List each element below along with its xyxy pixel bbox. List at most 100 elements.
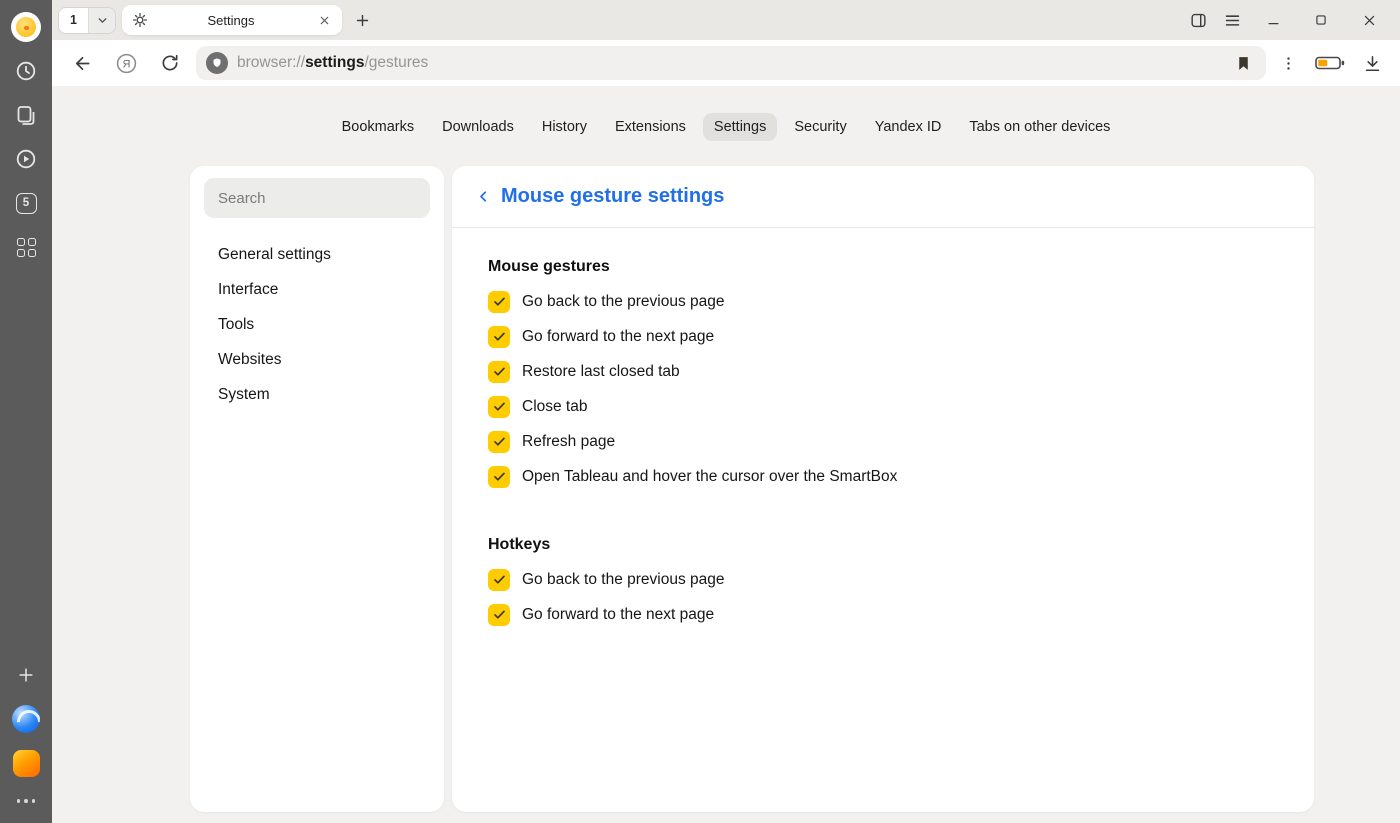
- sidebar-item-websites[interactable]: Websites: [204, 342, 430, 377]
- option-row-close-tab[interactable]: Close tab: [488, 389, 1278, 424]
- minimize-button[interactable]: [1252, 5, 1294, 35]
- address-more-button[interactable]: [1274, 49, 1302, 77]
- nav-item-downloads[interactable]: Downloads: [431, 113, 525, 141]
- new-tab-button[interactable]: [348, 6, 376, 34]
- tabs-list-button[interactable]: 5: [7, 184, 45, 222]
- option-label: Close tab: [522, 398, 587, 416]
- yandex-app-icon: [13, 750, 40, 777]
- yandex-app-button[interactable]: [7, 744, 45, 782]
- option-row-go-forward-to-the-next-page[interactable]: Go forward to the next page: [488, 319, 1278, 354]
- browser-window: 5 1 Settings: [0, 0, 1400, 823]
- kebab-menu-icon: [1280, 55, 1297, 72]
- gear-icon: [132, 12, 148, 28]
- hamburger-menu-icon: [1223, 11, 1242, 30]
- site-security-badge-icon: [206, 52, 228, 74]
- checkbox[interactable]: [488, 396, 510, 418]
- tab-close-button[interactable]: [314, 10, 334, 30]
- option-label: Go forward to the next page: [522, 328, 714, 346]
- back-button[interactable]: [64, 45, 100, 81]
- back-arrow-icon: [72, 53, 93, 74]
- sidebar-item-tools[interactable]: Tools: [204, 307, 430, 342]
- browser-menu-button[interactable]: [1218, 6, 1246, 34]
- nav-item-yandex-id[interactable]: Yandex ID: [864, 113, 953, 141]
- active-tab[interactable]: Settings: [122, 5, 342, 35]
- option-row-go-back-to-the-previous-page[interactable]: Go back to the previous page: [488, 284, 1278, 319]
- maximize-icon: [1314, 13, 1328, 27]
- minimize-icon: [1266, 13, 1281, 28]
- section-hotkeys: HotkeysGo back to the previous pageGo fo…: [488, 536, 1278, 632]
- history-button[interactable]: [7, 52, 45, 90]
- nav-item-bookmarks[interactable]: Bookmarks: [331, 113, 426, 141]
- sidebar-item-general-settings[interactable]: General settings: [204, 237, 430, 272]
- nav-item-settings[interactable]: Settings: [703, 113, 777, 141]
- nav-item-history[interactable]: History: [531, 113, 598, 141]
- checkbox[interactable]: [488, 466, 510, 488]
- checkbox[interactable]: [488, 569, 510, 591]
- nav-item-tabs-on-other-devices[interactable]: Tabs on other devices: [958, 113, 1121, 141]
- nav-item-security[interactable]: Security: [783, 113, 857, 141]
- side-panel-icon: [1189, 11, 1208, 30]
- checkmark-icon: [492, 329, 507, 344]
- download-icon: [1363, 54, 1382, 73]
- play-circle-icon: [14, 147, 38, 171]
- avatar: [11, 12, 41, 42]
- page-back-button[interactable]: [472, 186, 494, 208]
- tab-group-counter[interactable]: 1: [59, 8, 89, 33]
- video-button[interactable]: [7, 140, 45, 178]
- option-row-restore-last-closed-tab[interactable]: Restore last closed tab: [488, 354, 1278, 389]
- page-header: Mouse gesture settings: [452, 166, 1314, 228]
- plus-icon: [16, 665, 36, 685]
- settings-content: BookmarksDownloadsHistoryExtensionsSetti…: [52, 86, 1400, 823]
- option-row-refresh-page[interactable]: Refresh page: [488, 424, 1278, 459]
- checkmark-icon: [492, 572, 507, 587]
- chevron-left-icon: [475, 188, 492, 205]
- profile-avatar-button[interactable]: [7, 8, 45, 46]
- battery-button[interactable]: [1310, 49, 1350, 77]
- close-icon: [318, 14, 331, 27]
- url-text: browser://settings/gestures: [237, 54, 428, 72]
- settings-nav: BookmarksDownloadsHistoryExtensionsSetti…: [52, 113, 1400, 141]
- browser-logo-icon: [12, 705, 40, 733]
- checkmark-icon: [492, 294, 507, 309]
- sidebar-item-interface[interactable]: Interface: [204, 272, 430, 307]
- bookmark-button[interactable]: [1230, 50, 1256, 76]
- option-row-open-tableau-and-hover-the-cursor-over-the-smartbox[interactable]: Open Tableau and hover the cursor over t…: [488, 459, 1278, 494]
- apps-grid-icon: [17, 238, 36, 257]
- main-column: 1 Settings: [52, 0, 1400, 823]
- checkbox[interactable]: [488, 291, 510, 313]
- nav-item-extensions[interactable]: Extensions: [604, 113, 697, 141]
- browser-logo-button[interactable]: [7, 700, 45, 738]
- rail-add-button[interactable]: [7, 656, 45, 694]
- checkmark-icon: [492, 399, 507, 414]
- option-label: Open Tableau and hover the cursor over t…: [522, 468, 897, 486]
- refresh-button[interactable]: [152, 45, 188, 81]
- sidebar-item-system[interactable]: System: [204, 377, 430, 412]
- section-heading: Mouse gestures: [488, 258, 1278, 276]
- option-row-go-forward-to-the-next-page[interactable]: Go forward to the next page: [488, 597, 1278, 632]
- apps-button[interactable]: [7, 228, 45, 266]
- checkmark-icon: [492, 607, 507, 622]
- checkbox[interactable]: [488, 431, 510, 453]
- downloads-button[interactable]: [1358, 49, 1386, 77]
- yandex-home-button[interactable]: Я: [108, 45, 144, 81]
- plus-icon: [354, 12, 371, 29]
- url-highlight: settings: [305, 54, 364, 71]
- checkmark-icon: [492, 469, 507, 484]
- tab-group: 1: [58, 7, 116, 34]
- checkbox[interactable]: [488, 326, 510, 348]
- side-panel-button[interactable]: [1184, 6, 1212, 34]
- maximize-button[interactable]: [1300, 5, 1342, 35]
- close-window-button[interactable]: [1348, 5, 1390, 35]
- side-rail: 5: [0, 0, 52, 823]
- checkbox[interactable]: [488, 361, 510, 383]
- history-clock-icon: [14, 59, 38, 83]
- collections-button[interactable]: [7, 96, 45, 134]
- section-mouse-gestures: Mouse gestures Go back to the previous pa…: [488, 258, 1278, 494]
- gesture-settings-card: Mouse gesture settings Mouse gestures Go …: [452, 166, 1314, 812]
- search-input[interactable]: [204, 178, 430, 218]
- option-row-go-back-to-the-previous-page[interactable]: Go back to the previous page: [488, 562, 1278, 597]
- rail-more-button[interactable]: [7, 788, 45, 814]
- tab-group-chevron-button[interactable]: [89, 8, 115, 33]
- checkbox[interactable]: [488, 604, 510, 626]
- address-bar[interactable]: browser://settings/gestures: [196, 46, 1266, 80]
